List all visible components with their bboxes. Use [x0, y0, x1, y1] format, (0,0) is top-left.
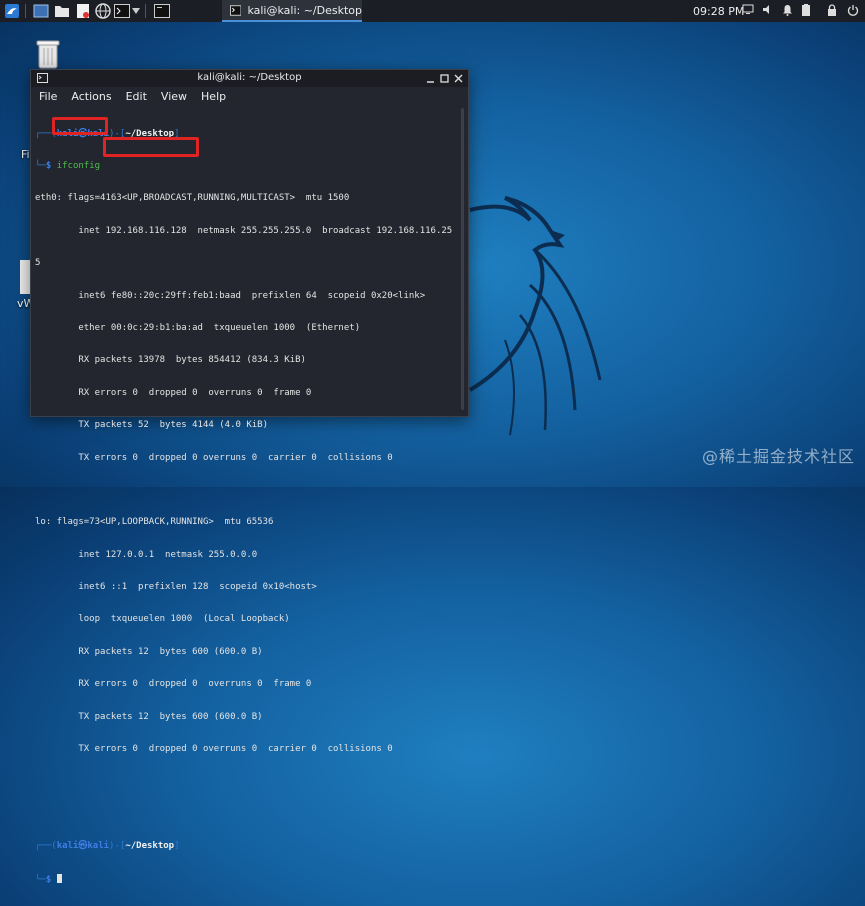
output-line: RX packets 12 bytes 600 (600.0 B): [35, 646, 263, 657]
lock-icon[interactable]: [827, 3, 837, 19]
output-line: inet 192.168.116.128 netmask 255.255.255…: [35, 225, 453, 236]
output-line: lo: flags=73<UP,LOOPBACK,RUNNING> mtu 65…: [35, 517, 274, 528]
command-line: └─$: [35, 873, 455, 885]
output-line: RX errors 0 dropped 0 overruns 0 frame 0: [35, 679, 312, 690]
file-manager-icon[interactable]: [53, 2, 71, 20]
prompt-line: ┌──(kali㉿kali)-[~/Desktop]: [35, 841, 180, 852]
scrollbar[interactable]: [461, 108, 464, 410]
desktop-icon-label: Fi: [21, 148, 30, 161]
menu-help[interactable]: Help: [193, 87, 232, 105]
terminal-window: kali@kali: ~/Desktop File Actions Edit V…: [30, 69, 469, 885]
output-line: 5: [35, 258, 41, 269]
workspace-icon[interactable]: [32, 2, 50, 20]
menu-edit[interactable]: Edit: [118, 87, 153, 105]
taskbar-window-title: kali@kali: ~/Desktop: [247, 3, 362, 17]
minimize-icon[interactable]: [424, 72, 436, 84]
browser-icon[interactable]: [94, 2, 112, 20]
power-icon[interactable]: [847, 4, 859, 19]
terminal-output[interactable]: ┌──(kali㉿kali)-[~/Desktop] └─$ ifconfig …: [35, 107, 455, 885]
output-line: eth0: flags=4163<UP,BROADCAST,RUNNING,MU…: [35, 193, 350, 204]
text-editor-icon[interactable]: [74, 2, 92, 20]
window-title: kali@kali: ~/Desktop: [197, 72, 302, 83]
ip-address-highlight-box: [103, 137, 199, 157]
maximize-icon[interactable]: [438, 72, 450, 84]
menu-bar: File Actions Edit View Help: [31, 87, 468, 105]
output-line: inet6 ::1 prefixlen 128 scopeid 0x10<hos…: [35, 582, 317, 593]
command-line: └─$ ifconfig: [35, 160, 101, 171]
volume-icon[interactable]: [762, 4, 774, 18]
kali-menu-icon[interactable]: [3, 2, 21, 20]
prompt-user: kali㉿kali: [56, 841, 110, 852]
workspace-switcher-icon[interactable]: [153, 2, 171, 20]
output-line: RX errors 0 dropped 0 overruns 0 frame 0: [35, 387, 312, 398]
menu-actions[interactable]: Actions: [63, 87, 117, 105]
watermark: @稀土掘金技术社区: [701, 447, 855, 466]
command-highlight-box: [52, 117, 108, 135]
command-text: ifconfig: [56, 160, 101, 171]
terminal-icon[interactable]: [113, 2, 131, 20]
display-icon[interactable]: [742, 4, 754, 18]
output-line: loop txqueuelen 1000 (Local Loopback): [35, 614, 290, 625]
trash-icon[interactable]: [33, 38, 63, 72]
output-line: inet6 fe80::20c:29ff:feb1:baad prefixlen…: [35, 290, 426, 301]
menu-file[interactable]: File: [31, 87, 63, 105]
clock[interactable]: 09:28 PM: [693, 5, 744, 18]
output-line: inet 127.0.0.1 netmask 255.0.0.0: [35, 549, 258, 560]
output-line: TX errors 0 dropped 0 overruns 0 carrier…: [35, 744, 393, 755]
title-bar[interactable]: kali@kali: ~/Desktop: [31, 70, 468, 87]
output-line: TX packets 52 bytes 4144 (4.0 KiB): [35, 420, 268, 431]
text-cursor: [56, 873, 62, 883]
battery-icon[interactable]: [801, 3, 811, 19]
taskbar: kali@kali: ~/Desktop 09:28 PM: [0, 0, 865, 22]
output-line: TX packets 12 bytes 600 (600.0 B): [35, 711, 263, 722]
terminal-icon: [230, 4, 242, 16]
output-line: RX packets 13978 bytes 854412 (834.3 KiB…: [35, 355, 306, 366]
close-icon[interactable]: [452, 72, 464, 84]
notification-bell-icon[interactable]: [782, 4, 793, 19]
taskbar-window-button[interactable]: kali@kali: ~/Desktop: [222, 0, 362, 22]
output-line: TX errors 0 dropped 0 overruns 0 carrier…: [35, 452, 393, 463]
dropdown-arrow-icon[interactable]: [131, 2, 141, 20]
prompt-dir: ~/Desktop: [125, 841, 175, 852]
menu-view[interactable]: View: [153, 87, 193, 105]
output-line: ether 00:0c:29:b1:ba:ad txqueuelen 1000 …: [35, 322, 361, 333]
